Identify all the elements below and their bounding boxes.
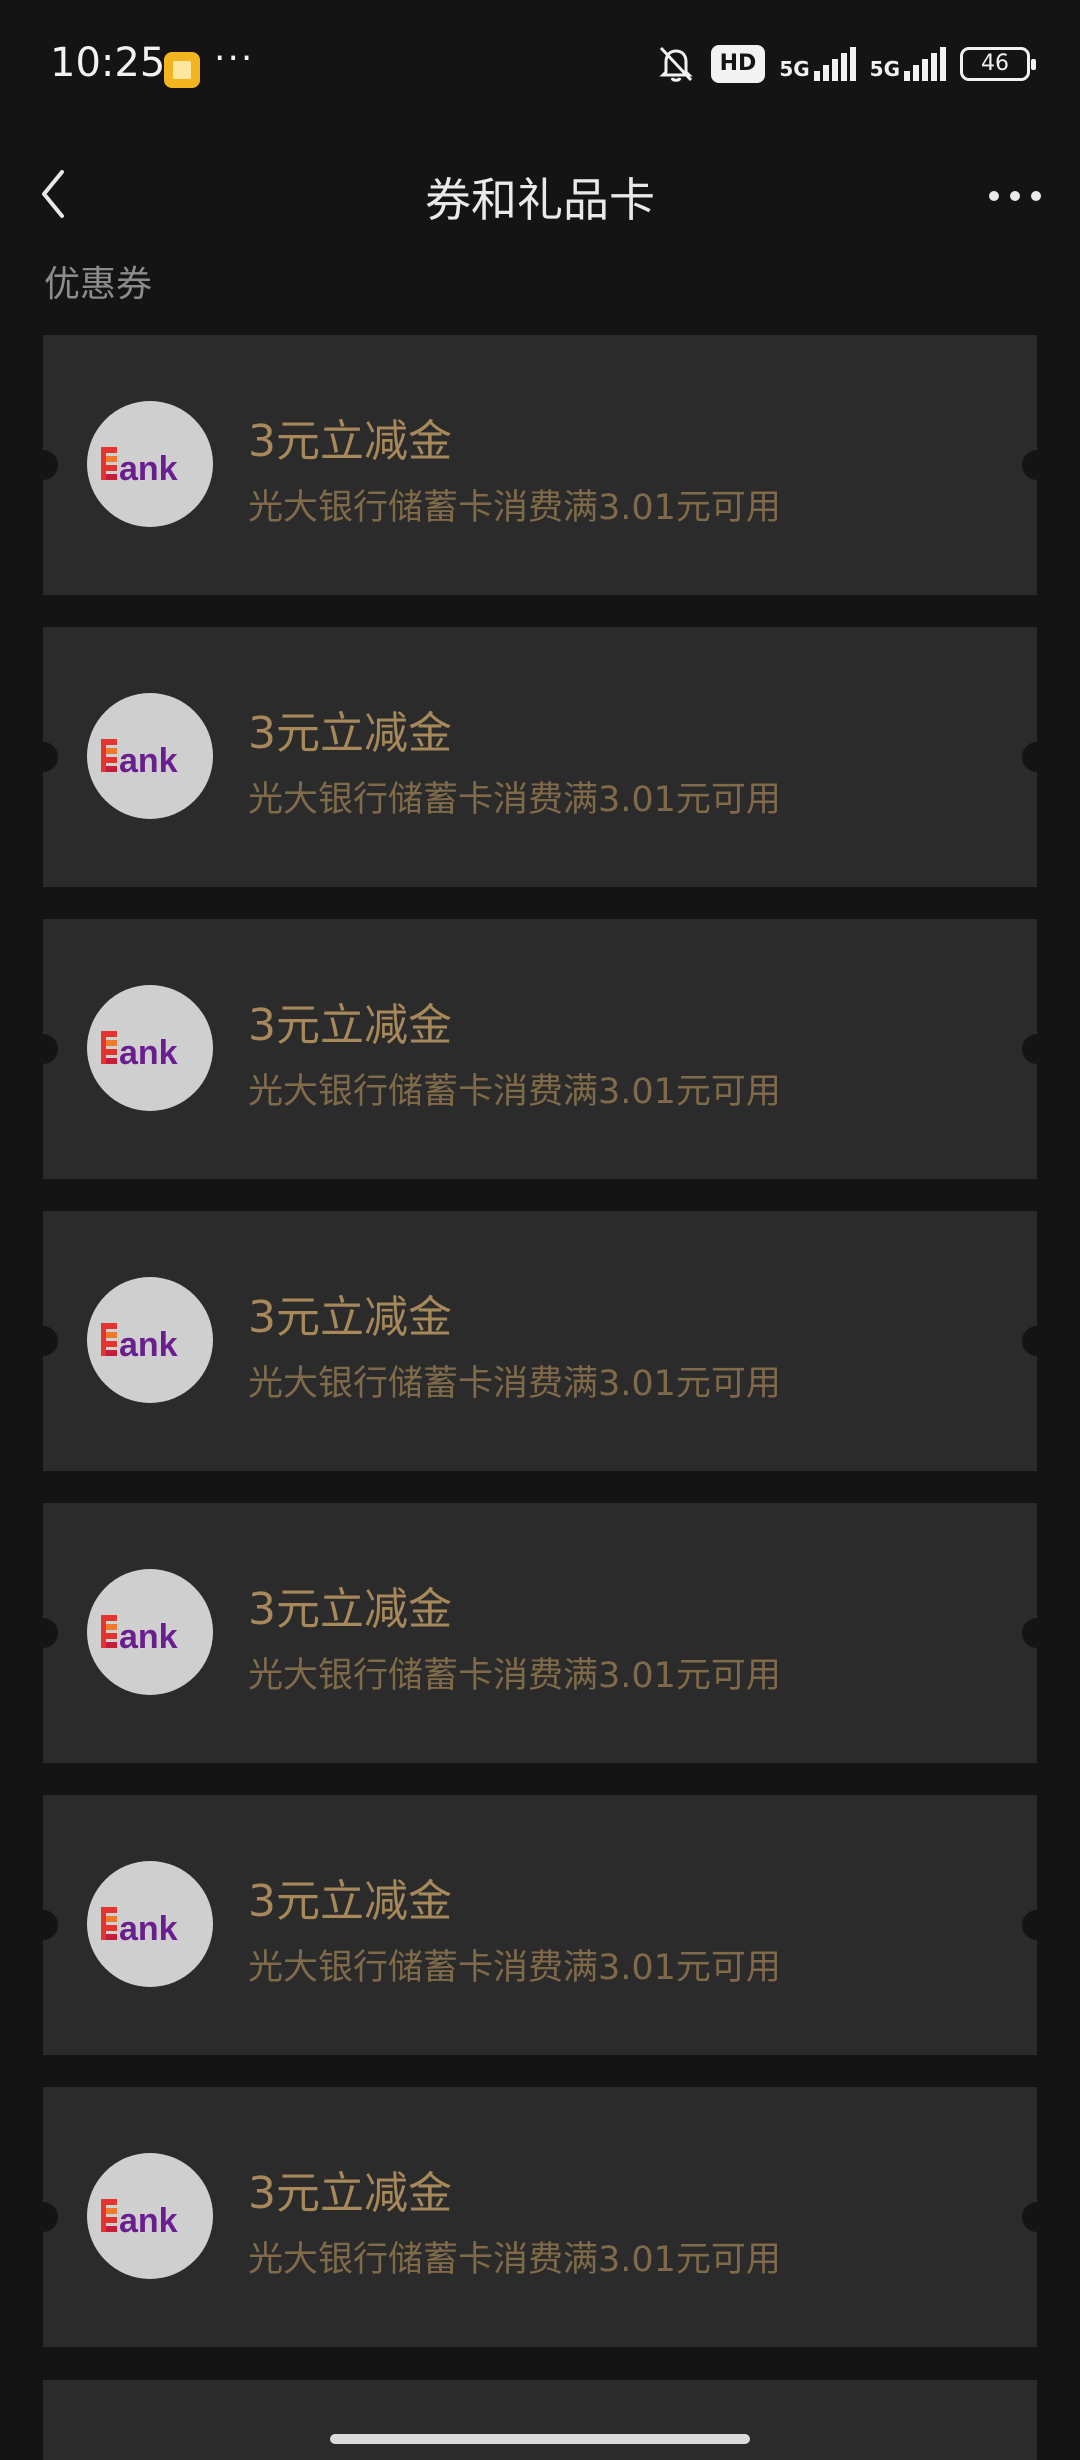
bank-logo-icon: ank [87,2153,213,2279]
ticket-notch [1022,1910,1052,1940]
bell-muted-icon [655,44,697,84]
logo-text: ank [119,1910,178,1948]
coupon-title: 3元立减金 [248,1292,452,1343]
coupon-card[interactable]: ank 3元立减金 光大银行储蓄卡消费满3.01元可用 [28,1795,1052,2055]
battery-icon: 46 [960,47,1036,81]
coupon-description: 光大银行储蓄卡消费满3.01元可用 [248,1072,781,1112]
ticket-notch [1022,1034,1052,1064]
signal-bars-icon [813,47,856,81]
coupon-card-partial[interactable] [43,2380,1037,2460]
coupon-description: 光大银行储蓄卡消费满3.01元可用 [248,488,781,528]
ticket-notch [28,742,58,772]
network-type-label: 5G [779,57,810,81]
status-time: 10:25 [50,40,166,86]
status-indicators: HD 5G 5G 46 [655,44,1036,84]
ticket-notch [1022,450,1052,480]
coupon-card[interactable]: ank 3元立减金 光大银行储蓄卡消费满3.01元可用 [28,335,1052,595]
more-button[interactable] [980,166,1050,226]
hd-badge: HD [710,45,766,83]
more-notifications-indicator: ··· [214,38,255,79]
bank-logo-icon: ank [87,693,213,819]
network-type-label: 5G [869,57,900,81]
more-dots-icon [989,191,1041,201]
home-indicator[interactable] [330,2434,750,2444]
logo-text: ank [119,1034,178,1072]
coupon-title: 3元立减金 [248,1876,452,1927]
logo-text: ank [119,742,178,780]
ticket-notch [1022,1618,1052,1648]
ticket-notch [28,1618,58,1648]
ticket-notch [28,1034,58,1064]
coupon-description: 光大银行储蓄卡消费满3.01元可用 [248,1364,781,1404]
logo-text: ank [119,450,178,488]
logo-text: ank [119,1326,178,1364]
ticket-notch [1022,1326,1052,1356]
coupon-card[interactable]: ank 3元立减金 光大银行储蓄卡消费满3.01元可用 [28,2087,1052,2347]
coupon-description: 光大银行储蓄卡消费满3.01元可用 [248,1948,781,1988]
bank-logo-icon: ank [87,1277,213,1403]
bank-logo-icon: ank [87,985,213,1111]
bank-logo-icon: ank [87,401,213,527]
coupon-card[interactable]: ank 3元立减金 光大银行储蓄卡消费满3.01元可用 [28,1503,1052,1763]
coupon-title: 3元立减金 [248,1584,452,1635]
page-title: 券和礼品卡 [425,173,655,227]
section-title: 优惠券 [44,264,153,305]
coupon-card[interactable]: ank 3元立减金 光大银行储蓄卡消费满3.01元可用 [28,919,1052,1179]
ticket-notch [28,1910,58,1940]
nav-bar: 券和礼品卡 [0,130,1080,260]
signal-5g-2: 5G [870,47,946,81]
ticket-notch [28,1326,58,1356]
coupon-card[interactable]: ank 3元立减金 光大银行储蓄卡消费满3.01元可用 [28,627,1052,887]
logo-text: ank [119,1618,178,1656]
ticket-notch [1022,742,1052,772]
ticket-notch [28,450,58,480]
notification-app-icon [164,52,200,88]
coupon-list: ank 3元立减金 光大银行储蓄卡消费满3.01元可用 ank 3元立减金 光大… [28,335,1052,2379]
ticket-notch [1022,2202,1052,2232]
coupon-description: 光大银行储蓄卡消费满3.01元可用 [248,1656,781,1696]
logo-text: ank [119,2202,178,2240]
ticket-notch [28,2202,58,2232]
bank-logo-icon: ank [87,1569,213,1695]
coupon-description: 光大银行储蓄卡消费满3.01元可用 [248,2240,781,2280]
coupon-description: 光大银行储蓄卡消费满3.01元可用 [248,780,781,820]
coupon-title: 3元立减金 [248,2168,452,2219]
coupon-title: 3元立减金 [248,708,452,759]
bank-logo-icon: ank [87,1861,213,1987]
coupon-title: 3元立减金 [248,1000,452,1051]
signal-bars-icon [904,47,946,81]
signal-5g-1: 5G [779,47,856,81]
coupon-title: 3元立减金 [248,416,452,467]
coupon-card[interactable]: ank 3元立减金 光大银行储蓄卡消费满3.01元可用 [28,1211,1052,1471]
status-bar: 10:25 ··· HD 5G 5G 46 [0,0,1080,136]
